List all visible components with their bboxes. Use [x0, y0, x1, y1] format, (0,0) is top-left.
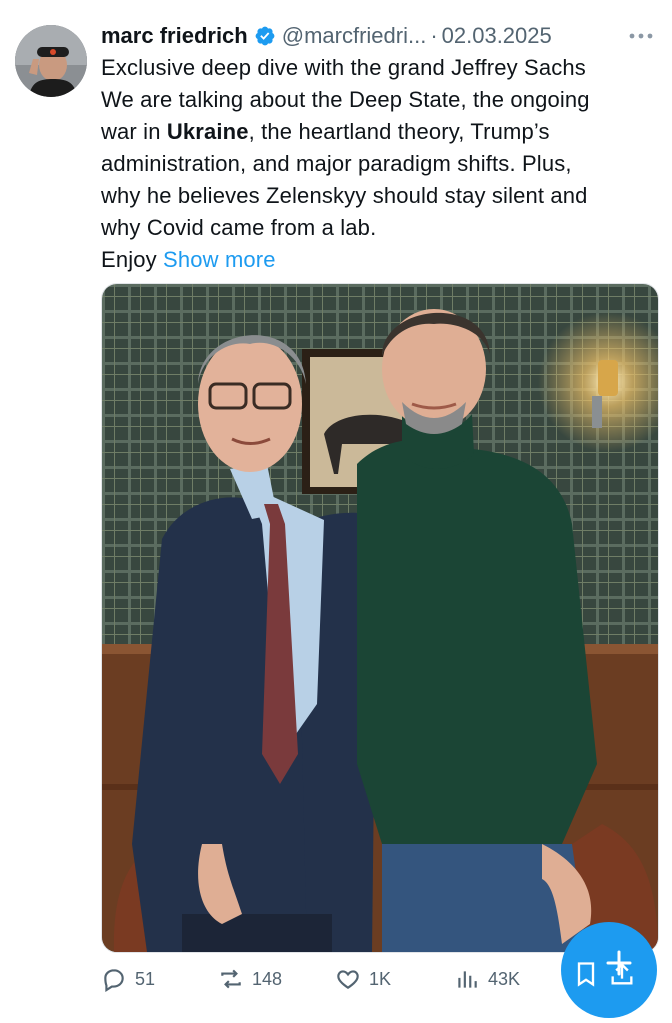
tweet-line: why Covid came from a lab.: [101, 215, 377, 240]
author-name[interactable]: marc friedrich: [101, 23, 248, 49]
tweet-line: why he believes Zelenskyy should stay si…: [101, 183, 588, 208]
bookmark-icon[interactable]: [572, 960, 600, 988]
reply-count: 51: [135, 968, 156, 989]
tweet-photo[interactable]: [101, 283, 659, 953]
repost-icon: [221, 969, 241, 989]
fab-overlay-icons: [572, 960, 636, 988]
tweet-date[interactable]: 02.03.2025: [442, 23, 552, 49]
tweet-line: administration, and major paradigm shift…: [101, 151, 572, 176]
author-handle[interactable]: @marcfriedri...: [282, 23, 427, 49]
like-button[interactable]: 1K: [335, 966, 391, 992]
repost-button[interactable]: 148: [218, 966, 282, 992]
views-button[interactable]: 43K: [454, 966, 520, 992]
tweet-bold-word: Ukraine: [166, 119, 249, 144]
like-count: 1K: [369, 968, 392, 989]
views-icon: [458, 971, 477, 988]
separator: ·: [430, 23, 438, 48]
avatar[interactable]: [15, 25, 87, 97]
tweet-line: , the heartland theory, Trump’s: [248, 119, 550, 144]
verified-badge-icon: [255, 26, 275, 46]
ellipsis-icon[interactable]: [626, 22, 656, 50]
show-more-link[interactable]: Show more: [163, 247, 276, 272]
tweet-line: Enjoy: [101, 247, 164, 272]
tweet: marc friedrich @marcfriedri... · 02.03.2…: [0, 0, 672, 1018]
heart-icon: [337, 970, 359, 989]
tweet-header: marc friedrich @marcfriedri... · 02.03.2…: [101, 20, 552, 52]
share-icon[interactable]: [608, 960, 636, 988]
repost-count: 148: [252, 968, 283, 989]
views-count: 43K: [488, 968, 521, 989]
reply-icon: [104, 969, 124, 992]
photo-illustration: [102, 284, 658, 952]
tweet-text: Exclusive deep dive with the grand Jeffr…: [101, 52, 661, 276]
tweet-line: We are talking about the Deep State, the…: [101, 87, 590, 112]
tweet-line: Exclusive deep dive with the grand Jeffr…: [101, 55, 586, 80]
tweet-line: war in: [101, 119, 167, 144]
reply-button[interactable]: 51: [101, 966, 155, 992]
